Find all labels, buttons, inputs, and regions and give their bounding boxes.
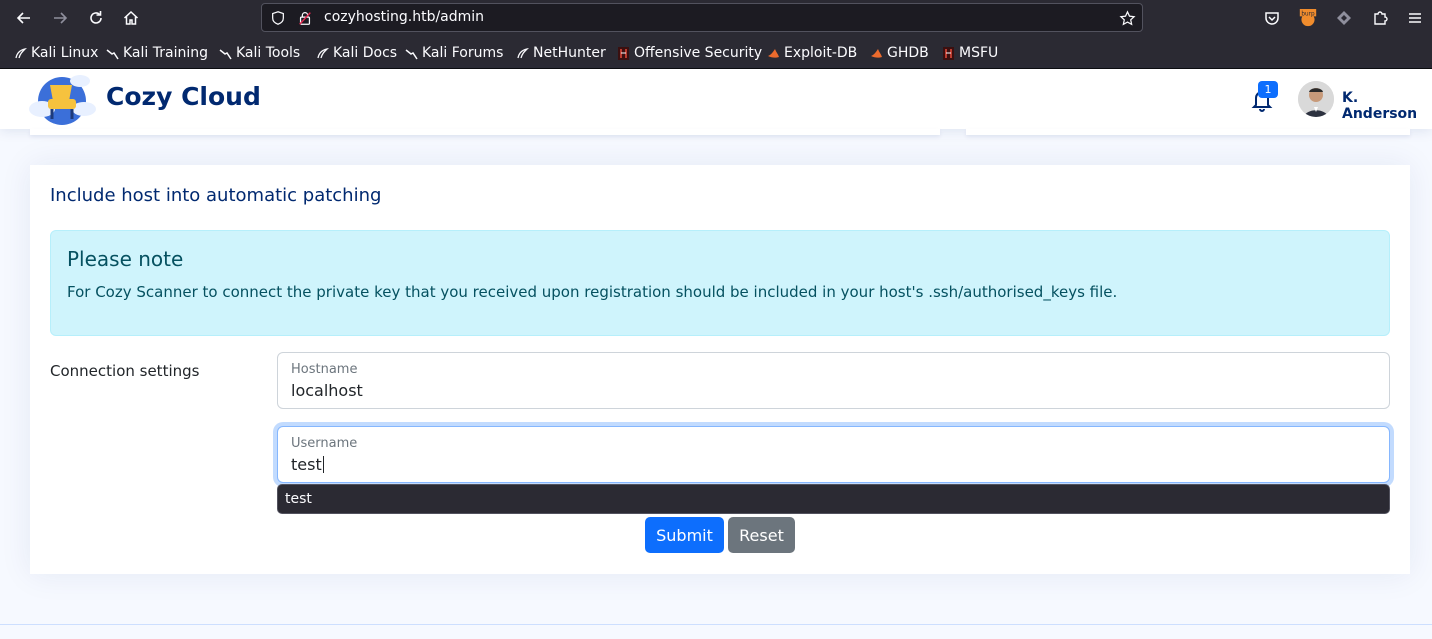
browser-toolbar: cozyhosting.htb/admin burp [0,0,1432,36]
kali-dragon-icon [405,48,418,59]
footer-divider [0,624,1432,625]
card-fragment [30,129,940,135]
autocomplete-option[interactable]: test [285,491,312,507]
bookmark-kali-training[interactable]: Kali Training [106,44,208,62]
bookmarks-bar: Kali Linux Kali Training Kali Tools Kali… [0,36,1432,69]
bookmark-nethunter[interactable]: NetHunter [516,44,606,62]
home-icon[interactable] [120,7,142,29]
info-alert: Please note For Cozy Scanner to connect … [50,230,1390,336]
bookmark-exploit-db[interactable]: Exploit-DB [767,44,857,62]
bookmark-label: Kali Training [123,45,208,61]
burp-extension-icon[interactable]: burp [1297,7,1319,29]
bookmark-star-icon[interactable] [1118,9,1136,27]
foxyproxy-icon[interactable] [1333,7,1355,29]
reload-icon[interactable] [85,7,107,29]
bookmark-kali-docs[interactable]: Kali Docs [316,44,397,62]
site-header: Cozy Cloud 1 K. Anderson [0,69,1432,129]
kali-dragon-icon [219,48,232,59]
username-value: test [291,455,322,474]
reset-button[interactable]: Reset [728,517,795,553]
card-title: Include host into automatic patching [50,185,382,206]
tracking-shield-icon[interactable] [269,9,287,27]
offsec-icon [943,46,954,60]
bookmark-label: MSFU [959,45,999,61]
alert-text: For Cozy Scanner to connect the private … [67,283,1118,301]
card-fragment [966,129,1410,135]
offsec-icon [618,46,629,60]
bookmark-label: Offensive Security [634,45,763,61]
bookmark-kali-tools[interactable]: Kali Tools [219,44,300,62]
bookmark-label: GHDB [887,45,929,61]
kali-dragon-icon [106,48,119,59]
kali-dragon-icon [317,47,329,58]
text-caret [322,456,324,473]
bookmark-offensive-security[interactable]: Offensive Security [617,44,762,62]
bookmark-label: Kali Docs [333,45,398,61]
notification-count-badge: 1 [1258,81,1278,98]
pocket-icon[interactable] [1261,7,1283,29]
patching-card: Include host into automatic patching Ple… [30,165,1410,574]
bookmark-label: Kali Tools [236,45,301,61]
bookmark-kali-linux[interactable]: Kali Linux [14,44,98,62]
avatar[interactable] [1298,81,1334,117]
kali-dragon-icon [517,47,529,58]
alert-heading: Please note [67,247,184,271]
hamburger-menu-icon[interactable] [1404,7,1426,29]
url-bar[interactable]: cozyhosting.htb/admin [261,3,1143,32]
cozy-cloud-logo-icon[interactable] [28,71,96,127]
autocomplete-dropdown: test [277,484,1390,514]
hostname-label: Hostname [291,362,358,377]
bookmark-ghdb[interactable]: GHDB [870,44,929,62]
brand-name[interactable]: Cozy Cloud [106,82,261,111]
extensions-puzzle-icon[interactable] [1369,7,1391,29]
hostname-field[interactable]: Hostname localhost [277,352,1390,409]
bookmark-msfu[interactable]: MSFU [942,44,998,62]
bookmark-label: Kali Forums [422,45,504,61]
submit-button[interactable]: Submit [645,517,724,553]
bookmark-kali-forums[interactable]: Kali Forums [405,44,503,62]
kali-dragon-icon [15,47,27,58]
back-arrow-icon[interactable] [13,7,35,29]
insecure-lock-icon[interactable] [296,9,314,27]
username-label: Username [291,436,358,451]
bookmark-label: Exploit-DB [784,45,858,61]
exploitdb-icon [768,48,779,58]
connection-settings-label: Connection settings [50,362,200,380]
username-field[interactable]: Username test [277,426,1390,483]
hostname-input[interactable]: localhost [291,381,363,400]
forward-arrow-icon[interactable] [49,7,71,29]
url-text[interactable]: cozyhosting.htb/admin [324,9,484,25]
exploitdb-icon [871,48,882,58]
username-input[interactable]: test [291,455,324,474]
bookmark-label: Kali Linux [31,45,99,61]
user-name[interactable]: K. Anderson [1342,90,1432,122]
burp-extension-label: burp [1301,12,1315,18]
bookmark-label: NetHunter [533,45,606,61]
